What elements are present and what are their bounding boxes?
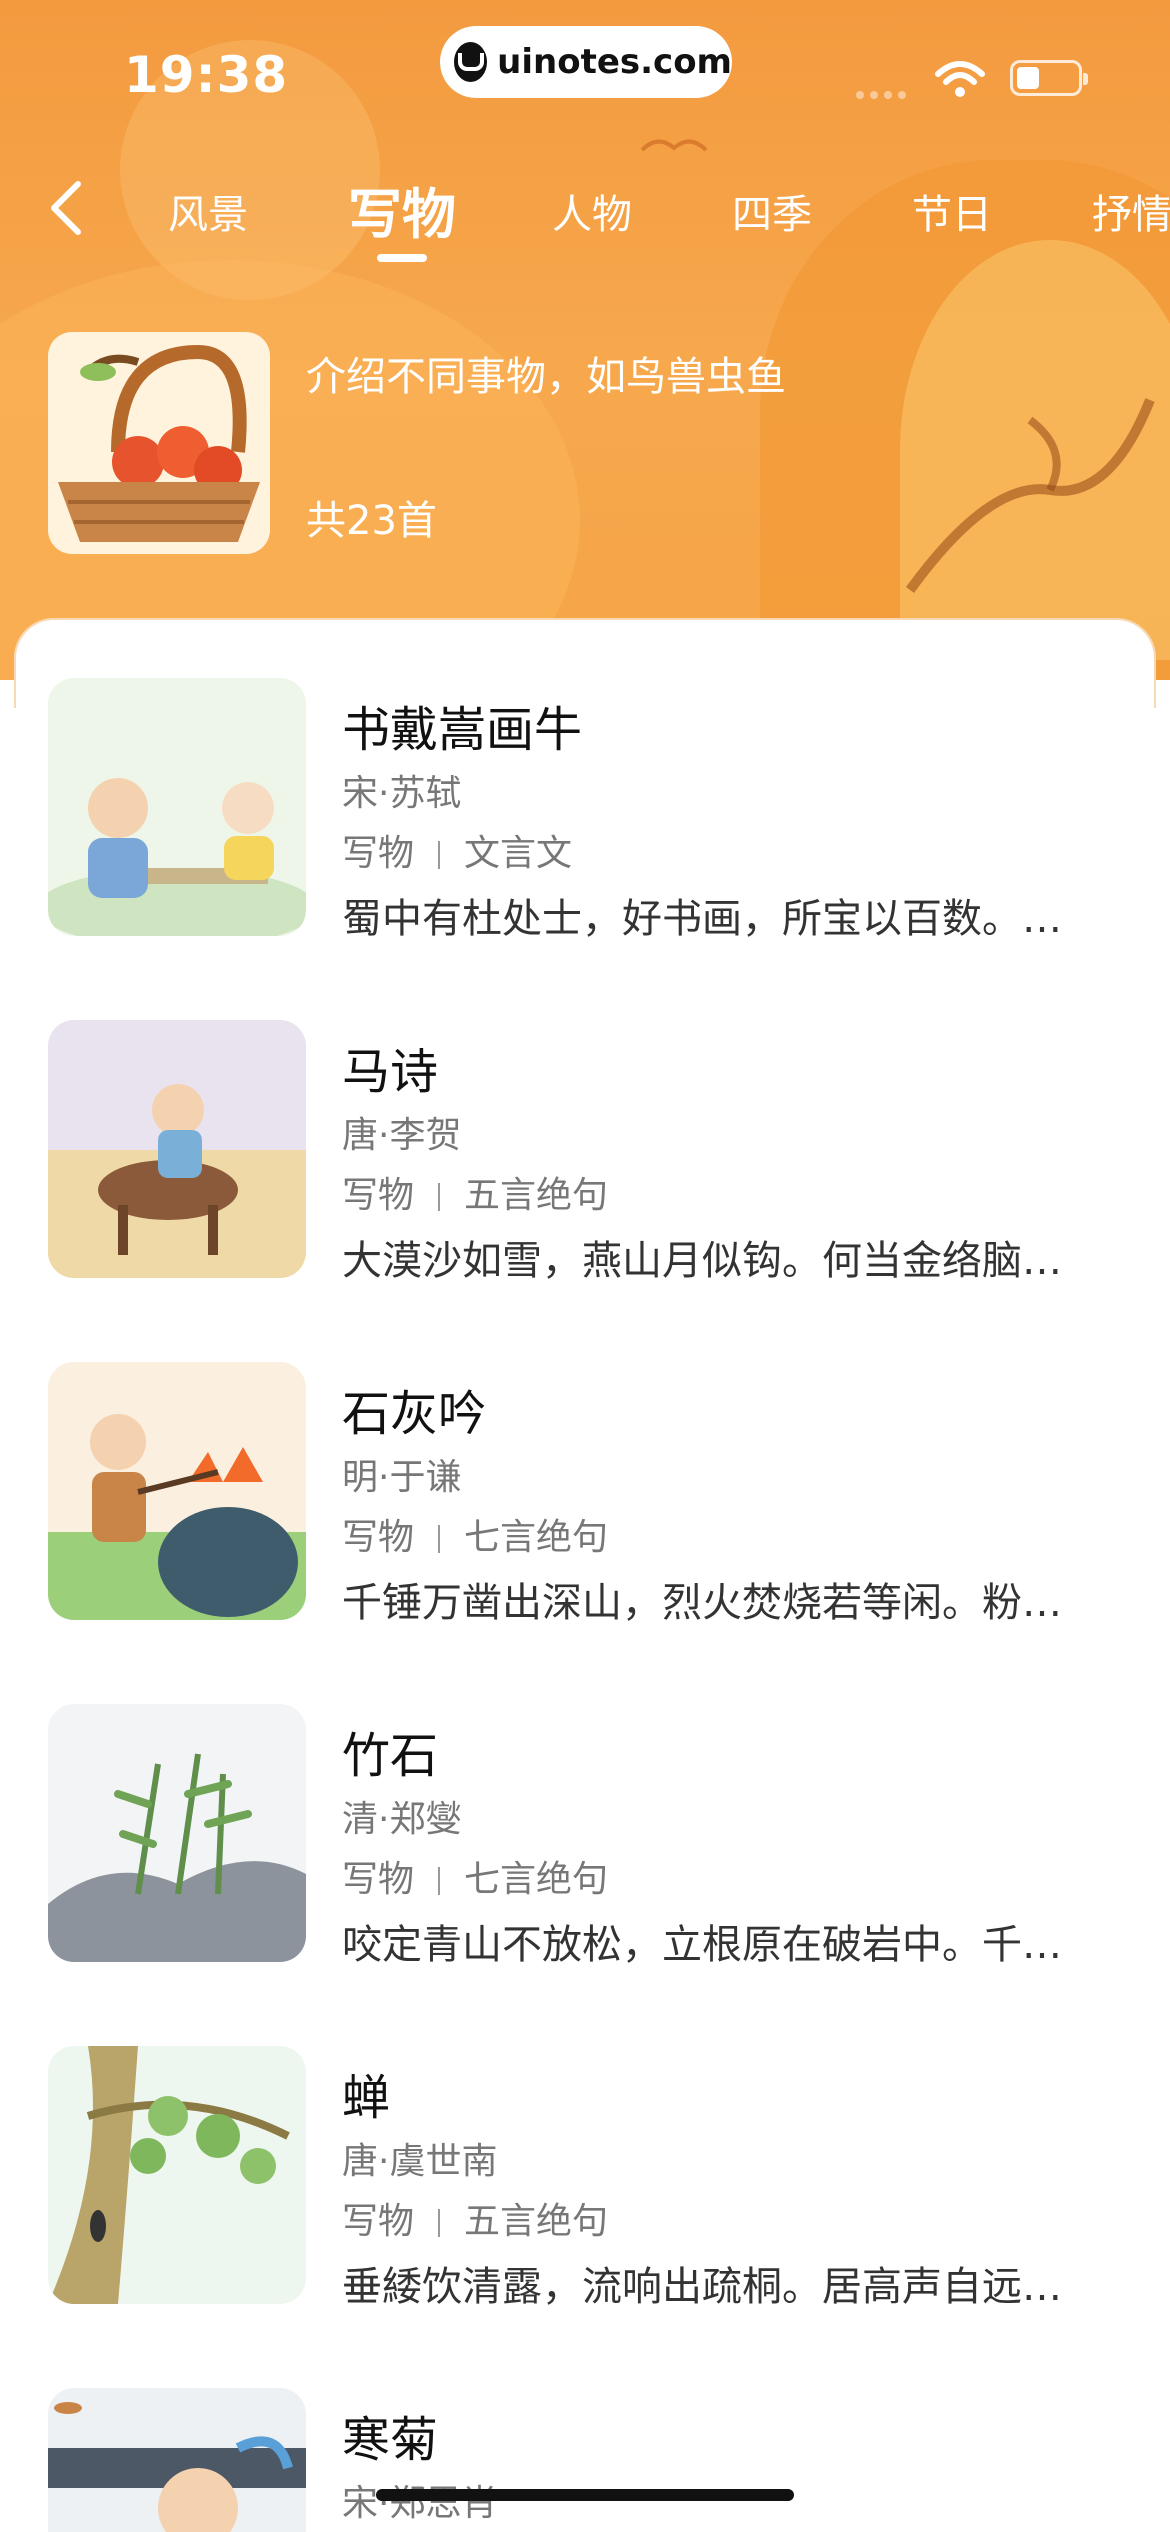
status-time: 19:38: [124, 46, 289, 104]
poem-title: 石灰吟: [342, 1386, 487, 1442]
poem-tag: 七言绝句: [464, 1859, 609, 1900]
battery-icon: [1010, 60, 1088, 96]
poem-thumbnail: [48, 1020, 306, 1278]
poem-tag: 五言绝句: [464, 1175, 609, 1216]
signal-icon: [856, 84, 916, 99]
poem-title: 寒菊: [342, 2412, 439, 2468]
poem-tags: 写物 七言绝句: [342, 1850, 608, 1902]
tab-seasons[interactable]: 四季: [732, 182, 812, 240]
poem-tag: 五言绝句: [464, 2201, 609, 2242]
poem-title: 竹石: [342, 1728, 439, 1784]
poem-title: 书戴嵩画牛: [342, 702, 583, 758]
poem-author: 唐·李贺: [342, 1115, 462, 1156]
url-pill[interactable]: uinotes.com: [440, 26, 732, 98]
url-text: uinotes.com: [497, 42, 732, 82]
poem-excerpt: 咬定青山不放松，立根原在破岩中。千…: [342, 1922, 1062, 1968]
poem-thumbnail: [48, 1362, 306, 1620]
poem-excerpt: 千锤万凿出深山，烈火焚烧若等闲。粉…: [342, 1580, 1062, 1626]
active-tab-indicator: [377, 254, 427, 262]
tag-separator: [438, 1525, 441, 1553]
poem-tag: 写物: [342, 2201, 415, 2242]
poem-tag: 写物: [342, 1517, 415, 1558]
site-logo-icon: [454, 42, 488, 82]
tag-separator: [438, 1867, 441, 1895]
tag-separator: [438, 841, 441, 869]
pine-branch-decoration: [905, 398, 1155, 593]
poem-tags: 写物 七言绝句: [342, 1508, 608, 1560]
poem-tag: 写物: [342, 833, 415, 874]
poem-author: 唐·虞世南: [342, 2141, 498, 2182]
tag-separator: [438, 1183, 441, 1211]
poem-item[interactable]: 寒菊 宋·郑思肖: [0, 2388, 1170, 2532]
category-description: 介绍不同事物，如鸟兽虫鱼: [306, 354, 786, 400]
poem-title: 蝉: [342, 2070, 391, 2126]
tab-emotions[interactable]: 抒情: [1092, 182, 1170, 240]
poem-excerpt: 垂緌饮清露，流响出疏桐。居高声自远…: [342, 2264, 1062, 2310]
poem-item[interactable]: 马诗 唐·李贺 写物 五言绝句 大漠沙如雪，燕山月似钩。何当金络脑…: [0, 1020, 1170, 1320]
poem-tag: 文言文: [464, 833, 573, 874]
poem-item[interactable]: 书戴嵩画牛 宋·苏轼 写物 文言文 蜀中有杜处士，好书画，所宝以百数。…: [0, 678, 1170, 978]
category-image: [48, 332, 270, 554]
poem-title: 马诗: [342, 1044, 439, 1100]
poem-author: 明·于谦: [342, 1457, 462, 1498]
poem-excerpt: 大漠沙如雪，燕山月似钩。何当金络脑…: [342, 1238, 1062, 1284]
poem-thumbnail: [48, 2388, 306, 2532]
home-indicator[interactable]: [376, 2489, 794, 2501]
tag-separator: [438, 2209, 441, 2237]
poem-item[interactable]: 石灰吟 明·于谦 写物 七言绝句 千锤万凿出深山，烈火焚烧若等闲。粉…: [0, 1362, 1170, 1662]
category-tabs: 风景 写物 人物 四季 节日 抒情: [0, 170, 1170, 270]
poem-tags: 写物 文言文: [342, 824, 572, 876]
poem-tag: 写物: [342, 1175, 415, 1216]
tab-scenery[interactable]: 风景: [168, 182, 248, 240]
poem-item[interactable]: 蝉 唐·虞世南 写物 五言绝句 垂緌饮清露，流响出疏桐。居高声自远…: [0, 2046, 1170, 2346]
poem-tag: 写物: [342, 1859, 415, 1900]
poem-tags: 写物 五言绝句: [342, 2192, 608, 2244]
poem-tag: 七言绝句: [464, 1517, 609, 1558]
tab-objects[interactable]: 写物: [348, 170, 456, 249]
poem-author: 清·郑燮: [342, 1799, 462, 1840]
poem-thumbnail: [48, 2046, 306, 2304]
wifi-icon: [935, 61, 985, 97]
poem-thumbnail: [48, 678, 306, 936]
poem-tags: 写物 五言绝句: [342, 1166, 608, 1218]
category-count: 共23首: [306, 498, 437, 544]
poem-excerpt: 蜀中有杜处士，好书画，所宝以百数。…: [342, 896, 1062, 942]
bird-icon: [640, 139, 708, 152]
tab-festivals[interactable]: 节日: [912, 182, 992, 240]
tab-people[interactable]: 人物: [552, 182, 632, 240]
poem-thumbnail: [48, 1704, 306, 1962]
poem-author: 宋·苏轼: [342, 773, 462, 814]
poem-item[interactable]: 竹石 清·郑燮 写物 七言绝句 咬定青山不放松，立根原在破岩中。千…: [0, 1704, 1170, 2004]
